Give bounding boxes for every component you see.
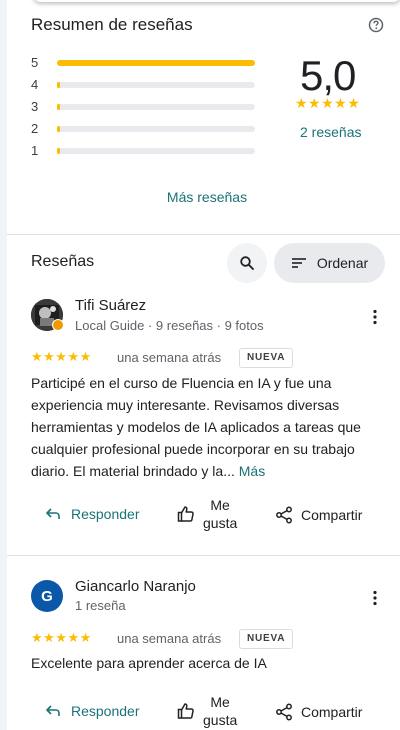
review-body: Participé en el curso de Fluencia en IA … xyxy=(31,375,361,479)
rating-bar-track xyxy=(57,104,255,110)
more-options-icon[interactable] xyxy=(372,590,378,606)
more-options-icon[interactable] xyxy=(372,309,378,325)
sort-button[interactable]: Ordenar xyxy=(274,243,385,283)
review-text: Participé en el curso de Fluencia en IA … xyxy=(31,372,383,482)
more-reviews-button[interactable]: Más reseñas xyxy=(7,189,400,205)
rating-bar-5: 5 xyxy=(31,55,271,70)
search-reviews-button[interactable] xyxy=(227,243,267,283)
like-label: Me gusta xyxy=(203,496,237,532)
review-time: una semana atrás xyxy=(117,631,222,646)
share-label: Compartir xyxy=(301,507,363,523)
author-name[interactable]: Tifi Suárez xyxy=(75,297,146,314)
review-text: Excelente para aprender acerca de IA xyxy=(31,655,267,671)
author-meta: 1 reseña xyxy=(75,598,126,613)
share-button[interactable]: Compartir xyxy=(275,703,362,721)
reply-label: Responder xyxy=(71,506,140,522)
review-stars: ★★★★★ xyxy=(31,349,92,364)
divider xyxy=(7,555,400,556)
rating-bar-stub xyxy=(57,82,60,88)
rating-bar-4: 4 xyxy=(31,77,271,92)
rating-bar-stub xyxy=(57,148,60,154)
summary-title: Resumen de reseñas xyxy=(31,15,193,34)
share-label: Compartir xyxy=(301,704,363,720)
rating-bar-fill xyxy=(57,60,255,66)
reviews-count-link[interactable]: 2 reseñas xyxy=(300,124,361,140)
reviews-panel: Resumen de reseñas 5 4 3 2 1 5,0 ★★★★★ 2… xyxy=(7,0,400,730)
rating-bar-label: 4 xyxy=(31,77,39,92)
author-name[interactable]: Giancarlo Naranjo xyxy=(75,578,196,595)
reply-icon xyxy=(46,705,60,716)
top-card-edge xyxy=(33,0,400,2)
rating-bar-stub xyxy=(57,104,60,110)
like-label-line1: Me xyxy=(210,497,230,513)
reply-icon xyxy=(46,508,60,519)
reply-button[interactable]: Responder xyxy=(45,703,140,719)
rating-bar-label: 5 xyxy=(31,55,39,70)
share-icon xyxy=(276,703,292,721)
share-button[interactable]: Compartir xyxy=(275,506,362,524)
sort-label: Ordenar xyxy=(316,255,369,271)
like-button[interactable]: Me gusta xyxy=(177,496,237,532)
thumbs-up-icon xyxy=(177,703,194,719)
author-meta: Local Guide · 9 reseñas · 9 fotos xyxy=(75,318,264,333)
rating-bar-track xyxy=(57,82,255,88)
new-badge: NUEVA xyxy=(239,348,294,368)
help-icon[interactable] xyxy=(368,17,384,33)
like-label: Me gusta xyxy=(203,693,237,729)
local-guide-badge-icon xyxy=(52,319,64,331)
rating-bar-2: 2 xyxy=(31,121,271,136)
like-label-line1: Me xyxy=(210,694,230,710)
reviews-section-title: Reseñas xyxy=(31,253,95,270)
rating-bar-track xyxy=(57,126,255,132)
search-icon xyxy=(240,256,254,270)
rating-bar-label: 2 xyxy=(31,121,39,136)
average-rating: 5,0 xyxy=(300,52,356,99)
like-button[interactable]: Me gusta xyxy=(177,693,237,729)
rating-bar-label: 1 xyxy=(31,143,39,158)
reply-button[interactable]: Responder xyxy=(45,506,140,522)
average-stars: ★★★★★ xyxy=(295,95,361,111)
rating-bar-track xyxy=(57,60,255,66)
like-label-line2: gusta xyxy=(203,712,238,728)
avatar[interactable]: G xyxy=(31,580,63,612)
review-time: una semana atrás xyxy=(117,350,222,365)
reply-label: Responder xyxy=(71,703,140,719)
new-badge: NUEVA xyxy=(239,629,294,649)
share-icon xyxy=(276,506,292,524)
thumbs-up-icon xyxy=(177,506,194,522)
rating-bar-label: 3 xyxy=(31,99,39,114)
sort-icon xyxy=(291,258,306,268)
expand-review-link[interactable]: Más xyxy=(239,463,265,479)
rating-bar-track xyxy=(57,148,255,154)
rating-bar-3: 3 xyxy=(31,99,271,114)
like-label-line2: gusta xyxy=(203,515,238,531)
rating-bar-stub xyxy=(57,126,60,132)
review-stars: ★★★★★ xyxy=(31,630,92,645)
rating-bar-1: 1 xyxy=(31,143,271,158)
divider xyxy=(7,234,400,235)
